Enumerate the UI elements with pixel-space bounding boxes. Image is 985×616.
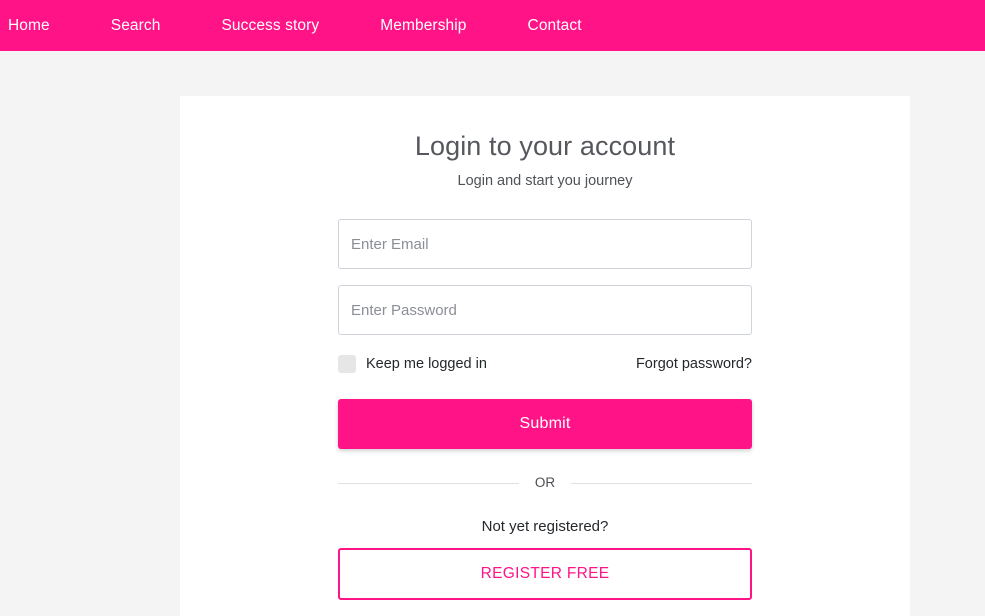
keep-logged-in-label: Keep me logged in	[366, 356, 487, 372]
divider-line-left	[338, 482, 519, 484]
page-body: Login to your account Login and start yo…	[0, 51, 985, 616]
nav-item-contact[interactable]: Contact	[516, 0, 594, 51]
login-card-inner: Login to your account Login and start yo…	[180, 96, 910, 600]
form-options-row: Keep me logged in Forgot password?	[338, 353, 752, 375]
submit-button[interactable]: Submit	[338, 399, 752, 449]
keep-logged-in-checkbox[interactable]	[338, 355, 356, 373]
password-input[interactable]	[338, 285, 752, 335]
register-free-button[interactable]: REGISTER FREE	[338, 548, 752, 600]
login-card: Login to your account Login and start yo…	[180, 96, 910, 616]
login-form: Keep me logged in Forgot password? Submi…	[338, 191, 752, 600]
divider-line-right	[571, 482, 752, 484]
nav-item-search[interactable]: Search	[99, 0, 173, 51]
or-divider: OR	[338, 475, 752, 491]
top-navigation-bar: Home Search Success story Membership Con…	[0, 0, 985, 51]
nav-item-membership[interactable]: Membership	[368, 0, 478, 51]
not-registered-text: Not yet registered?	[481, 518, 609, 535]
nav-item-success-story[interactable]: Success story	[209, 0, 331, 51]
divider-label: OR	[534, 475, 556, 490]
forgot-password-link[interactable]: Forgot password?	[636, 355, 752, 373]
keep-logged-in-control[interactable]: Keep me logged in	[338, 355, 487, 373]
email-input[interactable]	[338, 219, 752, 269]
page-title: Login to your account	[414, 131, 676, 161]
nav-item-home[interactable]: Home	[8, 0, 62, 51]
page-subtitle: Login and start you journey	[457, 173, 633, 189]
